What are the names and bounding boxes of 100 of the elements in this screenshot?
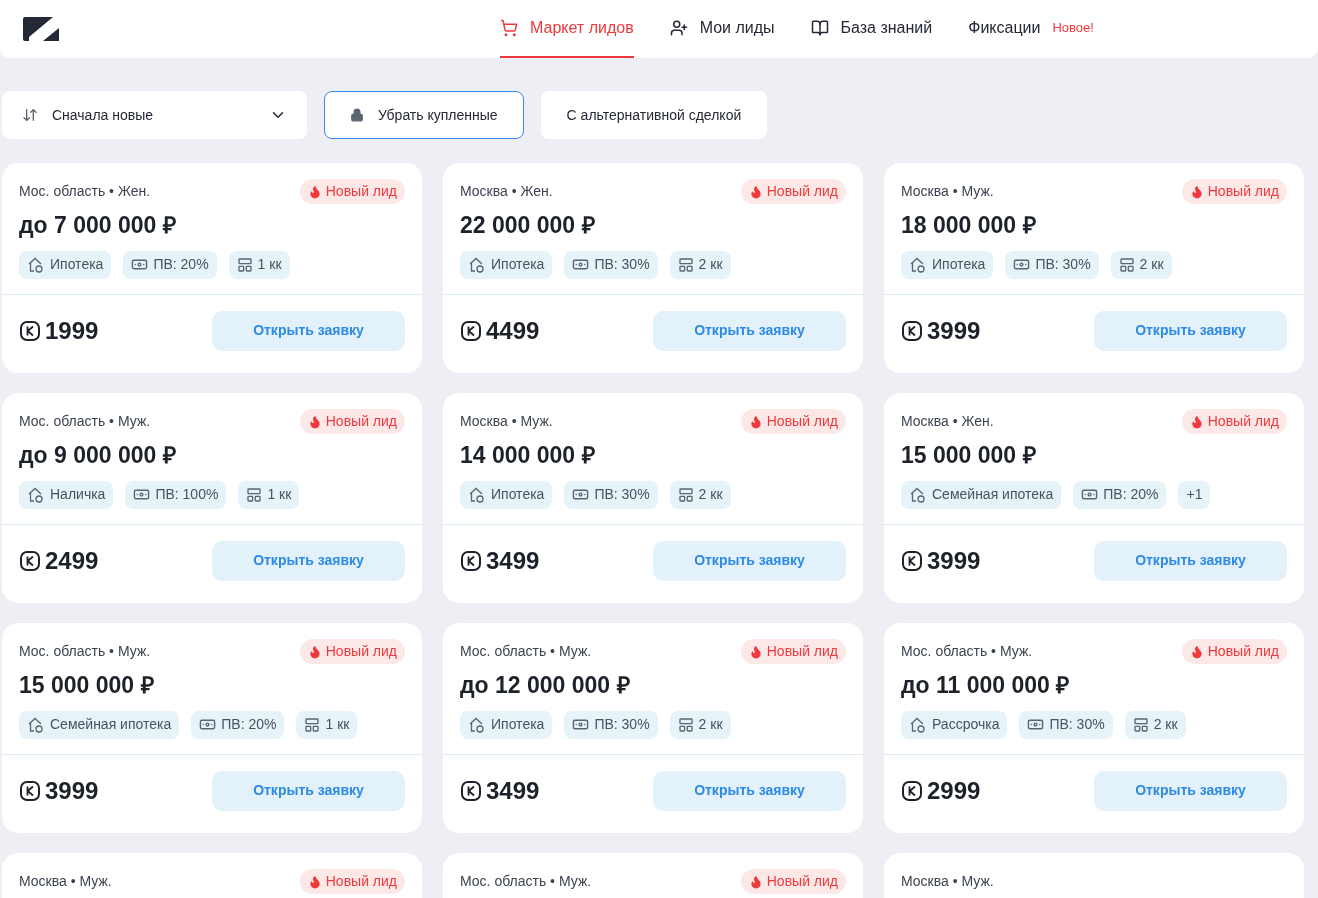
nav-tab[interactable]: База знаний: [810, 0, 933, 58]
new-lead-badge: Новый лид: [740, 639, 846, 664]
location-label: Мос. область • Муж.: [19, 412, 151, 431]
logo-icon[interactable]: [21, 16, 61, 42]
amount-label: 14 000 000 ₽: [460, 441, 596, 470]
flame-icon: [1189, 414, 1204, 429]
coin-k-icon: [460, 549, 482, 572]
lead-tag: Ипотека: [901, 250, 994, 279]
lead-tag: Рассрочка: [901, 710, 1008, 739]
nav-tab[interactable]: Фиксации Новое!: [968, 0, 1094, 58]
new-lead-badge: Новый лид: [1181, 179, 1287, 204]
lead-tag: ПВ: 30%: [1019, 710, 1113, 739]
flame-icon: [1189, 184, 1204, 199]
open-request-button[interactable]: Открыть заявку: [212, 770, 405, 811]
open-request-button[interactable]: Открыть заявку: [653, 310, 846, 351]
price-label: 2999: [927, 775, 981, 806]
new-label: Новое!: [1052, 19, 1094, 38]
lead-tag: Ипотека: [460, 480, 553, 509]
lead-tag: ПВ: 30%: [1005, 250, 1099, 279]
house-coin-icon: [27, 715, 45, 734]
lock-icon: [350, 108, 364, 122]
lead-tag: Ипотека: [19, 250, 112, 279]
amount-label: 22 000 000 ₽: [460, 211, 596, 240]
flame-icon: [307, 184, 322, 199]
floor-plan-icon: [246, 486, 263, 503]
floor-plan-icon: [677, 256, 694, 273]
flame-icon: [748, 644, 763, 659]
open-request-button[interactable]: Открыть заявку: [653, 770, 846, 811]
price-label: 2499: [45, 545, 99, 576]
amount-label: до 12 000 000 ₽: [460, 671, 631, 700]
lead-tag: 1 кк: [296, 710, 358, 739]
new-lead-badge: Новый лид: [299, 409, 405, 434]
flame-icon: [748, 874, 763, 889]
lead-tag: 1 кк: [228, 250, 290, 279]
location-label: Москва • Муж.: [19, 872, 112, 891]
open-request-button[interactable]: Открыть заявку: [653, 540, 846, 581]
floor-plan-icon: [304, 716, 321, 733]
flame-icon: [748, 184, 763, 199]
location-label: Москва • Жен.: [460, 182, 553, 201]
lead-tag: 2 кк: [669, 480, 731, 509]
coin-k-icon: [901, 549, 923, 572]
new-lead-badge: Новый лид: [740, 179, 846, 204]
house-coin-icon: [468, 485, 486, 504]
price-label: 3999: [927, 545, 981, 576]
location-label: Мос. область • Муж.: [19, 642, 151, 661]
coin-k-icon: [901, 779, 923, 802]
amount-label: 15 000 000 ₽: [901, 441, 1037, 470]
floor-plan-icon: [677, 486, 694, 503]
price-label: 3999: [927, 315, 981, 346]
lead-tag: Семейная ипотека: [901, 480, 1062, 509]
new-lead-badge: Новый лид: [740, 869, 846, 894]
house-coin-icon: [468, 255, 486, 274]
lead-tag: Наличка: [19, 480, 114, 509]
sort-icon: [22, 107, 38, 123]
new-lead-badge: Новый лид: [740, 409, 846, 434]
lead-tag: 1 кк: [238, 480, 300, 509]
flame-icon: [748, 414, 763, 429]
lead-tag: ПВ: 20%: [1073, 480, 1167, 509]
new-lead-badge: Новый лид: [299, 639, 405, 664]
location-label: Москва • Муж.: [460, 412, 553, 431]
amount-label: 18 000 000 ₽: [901, 211, 1037, 240]
flame-icon: [307, 874, 322, 889]
price-label: 4499: [486, 315, 540, 346]
new-lead-badge: Новый лид: [1181, 409, 1287, 434]
price-label: 3999: [45, 775, 99, 806]
open-request-button[interactable]: Открыть заявку: [1094, 770, 1287, 811]
lead-tag: 2 кк: [1110, 250, 1172, 279]
house-coin-icon: [909, 255, 927, 274]
location-label: Москва • Жен.: [901, 412, 994, 431]
flame-icon: [307, 644, 322, 659]
lead-tag: 2 кк: [669, 710, 731, 739]
filter-button[interactable]: Убрать купленные: [324, 91, 524, 139]
coin-k-icon: [19, 779, 41, 802]
coin-k-icon: [460, 779, 482, 802]
book-icon: [810, 19, 829, 37]
coin-k-icon: [460, 319, 482, 342]
lead-tag: ПВ: 20%: [123, 250, 217, 279]
open-request-button[interactable]: Открыть заявку: [1094, 540, 1287, 581]
lead-tag: Ипотека: [460, 250, 553, 279]
floor-plan-icon: [236, 256, 253, 273]
floor-plan-icon: [677, 716, 694, 733]
sort-dropdown[interactable]: Сначала новые: [2, 91, 307, 139]
new-lead-badge: Новый лид: [299, 179, 405, 204]
nav-tab[interactable]: Мои лиды: [669, 0, 775, 58]
open-request-button[interactable]: Открыть заявку: [1094, 310, 1287, 351]
open-request-button[interactable]: Открыть заявку: [212, 540, 405, 581]
location-label: Москва • Муж.: [901, 872, 994, 891]
filter-button[interactable]: С альтернативной сделкой: [540, 91, 768, 139]
lead-tag: Семейная ипотека: [19, 710, 180, 739]
lead-tag: 2 кк: [1124, 710, 1186, 739]
location-label: Мос. область • Муж.: [460, 642, 592, 661]
coin-k-icon: [19, 319, 41, 342]
lead-tag: ПВ: 100%: [125, 480, 227, 509]
lead-tag: ПВ: 30%: [564, 710, 658, 739]
open-request-button[interactable]: Открыть заявку: [212, 310, 405, 351]
price-label: 1999: [45, 315, 99, 346]
house-coin-icon: [909, 485, 927, 504]
coin-k-icon: [19, 549, 41, 572]
nav-tab[interactable]: Маркет лидов: [500, 0, 634, 58]
location-label: Мос. область • Муж.: [901, 642, 1033, 661]
